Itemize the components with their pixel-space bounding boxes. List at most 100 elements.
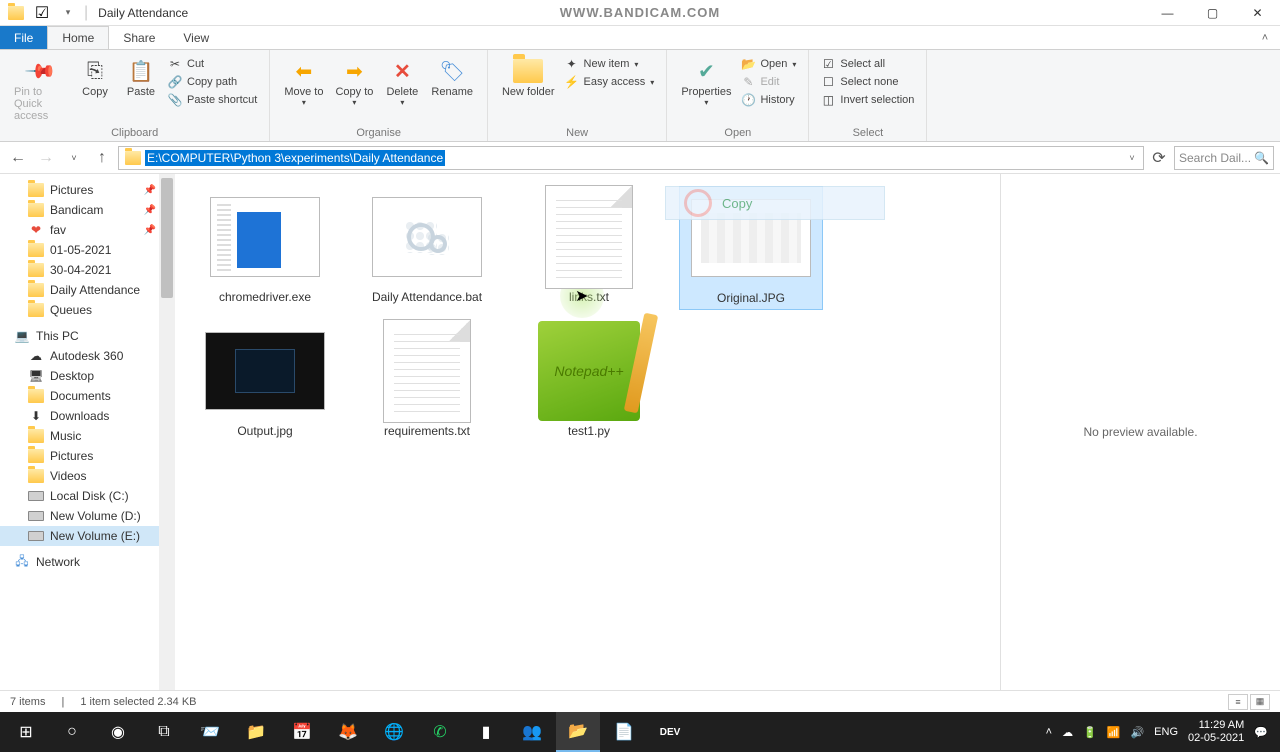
task-app-2[interactable]: 📁 [234, 712, 278, 752]
nav-item[interactable]: 🖥Desktop [0, 366, 174, 386]
task-app-4[interactable]: 📄 [602, 712, 646, 752]
tray-volume-icon[interactable]: 🔊 [1130, 726, 1144, 739]
history-button[interactable]: 🕐History [737, 92, 800, 108]
nav-item[interactable]: Pictures [0, 446, 174, 466]
copy-button[interactable]: ⎘ Copy [72, 54, 118, 100]
scrollbar[interactable] [159, 174, 175, 690]
search-task-button[interactable]: ○ [50, 712, 94, 752]
cortana-button[interactable]: ◉ [96, 712, 140, 752]
close-button[interactable]: ✕ [1235, 0, 1280, 26]
address-bar[interactable]: E:\COMPUTER\Python 3\experiments\Daily A… [118, 146, 1144, 170]
qat-checkbox[interactable]: ☑ [32, 3, 52, 23]
nav-item[interactable]: Videos [0, 466, 174, 486]
search-input[interactable]: Search Dail...🔍 [1174, 146, 1274, 170]
cut-button[interactable]: ✂Cut [164, 56, 261, 72]
nav-item[interactable]: Documents [0, 386, 174, 406]
tray-wifi-icon[interactable]: 📶 [1107, 726, 1121, 739]
file-item[interactable]: Output.jpg [193, 320, 337, 442]
nav-this-pc[interactable]: 💻This PC [0, 326, 174, 346]
scroll-thumb[interactable] [161, 178, 173, 298]
tray-cloud-icon[interactable]: ☁ [1062, 726, 1073, 739]
new-folder-button[interactable]: New folder [496, 54, 561, 100]
copy-icon: ⎘ [80, 56, 110, 86]
tab-file[interactable]: File [0, 26, 47, 49]
selectall-icon: ☑ [821, 57, 835, 71]
file-item[interactable]: Daily Attendance.bat [355, 186, 499, 310]
qat-dropdown[interactable]: ▾ [58, 3, 78, 23]
nav-item[interactable]: ⬇Downloads [0, 406, 174, 426]
drive-icon [28, 531, 44, 541]
move-to-button[interactable]: ⬅Move to▾ [278, 54, 329, 109]
nav-item[interactable]: Daily Attendance [0, 280, 174, 300]
task-teams[interactable]: 👥 [510, 712, 554, 752]
nav-item[interactable]: ❤fav📌 [0, 220, 174, 240]
nav-item[interactable]: 01-05-2021 [0, 240, 174, 260]
nav-item[interactable]: New Volume (D:) [0, 506, 174, 526]
task-chrome[interactable]: 🌐 [372, 712, 416, 752]
nav-item[interactable]: Bandicam📌 [0, 200, 174, 220]
select-all-button[interactable]: ☑Select all [817, 56, 918, 72]
properties-button[interactable]: ✔Properties▾ [675, 54, 737, 109]
forward-button[interactable]: → [34, 146, 58, 170]
file-item[interactable]: links.txt [517, 186, 661, 310]
nav-item[interactable]: Pictures📌 [0, 180, 174, 200]
task-firefox[interactable]: 🦊 [326, 712, 370, 752]
nav-item[interactable]: Queues [0, 300, 174, 320]
ribbon-collapse-button[interactable]: ˄ [1250, 26, 1280, 49]
tray-language[interactable]: ENG [1154, 726, 1178, 738]
address-text[interactable]: E:\COMPUTER\Python 3\experiments\Daily A… [145, 150, 445, 166]
minimize-button[interactable]: — [1145, 0, 1190, 26]
nav-item[interactable]: Music [0, 426, 174, 446]
task-app-3[interactable]: 📅 [280, 712, 324, 752]
nav-item[interactable]: Local Disk (C:) [0, 486, 174, 506]
start-button[interactable]: ⊞ [4, 712, 48, 752]
back-button[interactable]: ← [6, 146, 30, 170]
paste-shortcut-button[interactable]: 📎Paste shortcut [164, 92, 261, 108]
tab-home[interactable]: Home [47, 26, 109, 49]
file-item[interactable]: chromedriver.exe [193, 186, 337, 310]
edit-button[interactable]: ✎Edit [737, 74, 800, 90]
recent-dropdown[interactable]: ˅ [62, 146, 86, 170]
file-item[interactable]: Notepad++test1.py [517, 320, 661, 442]
status-selection: 1 item selected 2.34 KB [80, 696, 196, 708]
select-none-button[interactable]: ☐Select none [817, 74, 918, 90]
nav-item[interactable]: 30-04-2021 [0, 260, 174, 280]
new-item-button[interactable]: ✦New item ▾ [561, 56, 659, 72]
task-terminal[interactable]: ▮ [464, 712, 508, 752]
copy-path-button[interactable]: 🔗Copy path [164, 74, 261, 90]
task-app-1[interactable]: 📨 [188, 712, 232, 752]
folder-icon [28, 203, 44, 217]
nav-pane[interactable]: Pictures📌Bandicam📌❤fav📌01-05-202130-04-2… [0, 174, 175, 578]
pin-quick-access-button[interactable]: 📌 Pin to Quick access [8, 54, 72, 124]
nav-network[interactable]: 🖧Network [0, 552, 174, 572]
paste-button[interactable]: 📋 Paste [118, 54, 164, 100]
tab-share[interactable]: Share [109, 26, 169, 49]
taskview-button[interactable]: ⧉ [142, 712, 186, 752]
open-button[interactable]: 📂Open ▾ [737, 56, 800, 72]
tray-clock[interactable]: 11:29 AM 02-05-2021 [1188, 719, 1244, 745]
rename-button[interactable]: 🏷Rename [425, 54, 479, 100]
up-button[interactable]: ↑ [90, 146, 114, 170]
file-view[interactable]: Copy ➤ chromedriver.exeDaily Attendance.… [175, 174, 1000, 690]
invert-selection-button[interactable]: ◫Invert selection [817, 92, 918, 108]
file-item[interactable]: requirements.txt [355, 320, 499, 442]
system-tray[interactable]: ˄ ☁ 🔋 📶 🔊 ENG 11:29 AM 02-05-2021 💬 [1046, 719, 1276, 745]
delete-button[interactable]: ✕Delete▾ [379, 54, 425, 109]
tray-battery-icon[interactable]: 🔋 [1083, 726, 1097, 739]
task-explorer[interactable]: 📂 [556, 712, 600, 752]
refresh-button[interactable]: ⟳ [1148, 148, 1170, 168]
details-view-button[interactable]: ≡ [1228, 694, 1248, 710]
maximize-button[interactable]: ▢ [1190, 0, 1235, 26]
easy-access-button[interactable]: ⚡Easy access ▾ [561, 74, 659, 90]
tray-chevron-icon[interactable]: ˄ [1046, 726, 1052, 738]
nav-item[interactable]: ☁Autodesk 360 [0, 346, 174, 366]
tray-notifications-icon[interactable]: 💬 [1254, 726, 1268, 739]
task-whatsapp[interactable]: ✆ [418, 712, 462, 752]
tab-view[interactable]: View [169, 26, 223, 49]
icons-view-button[interactable]: ▦ [1250, 694, 1270, 710]
copy-to-button[interactable]: ➡Copy to▾ [329, 54, 379, 109]
task-dev[interactable]: DEV [648, 712, 692, 752]
nav-item[interactable]: New Volume (E:) [0, 526, 174, 546]
address-dropdown[interactable]: ˅ [1123, 153, 1141, 163]
file-label: links.txt [569, 290, 609, 304]
